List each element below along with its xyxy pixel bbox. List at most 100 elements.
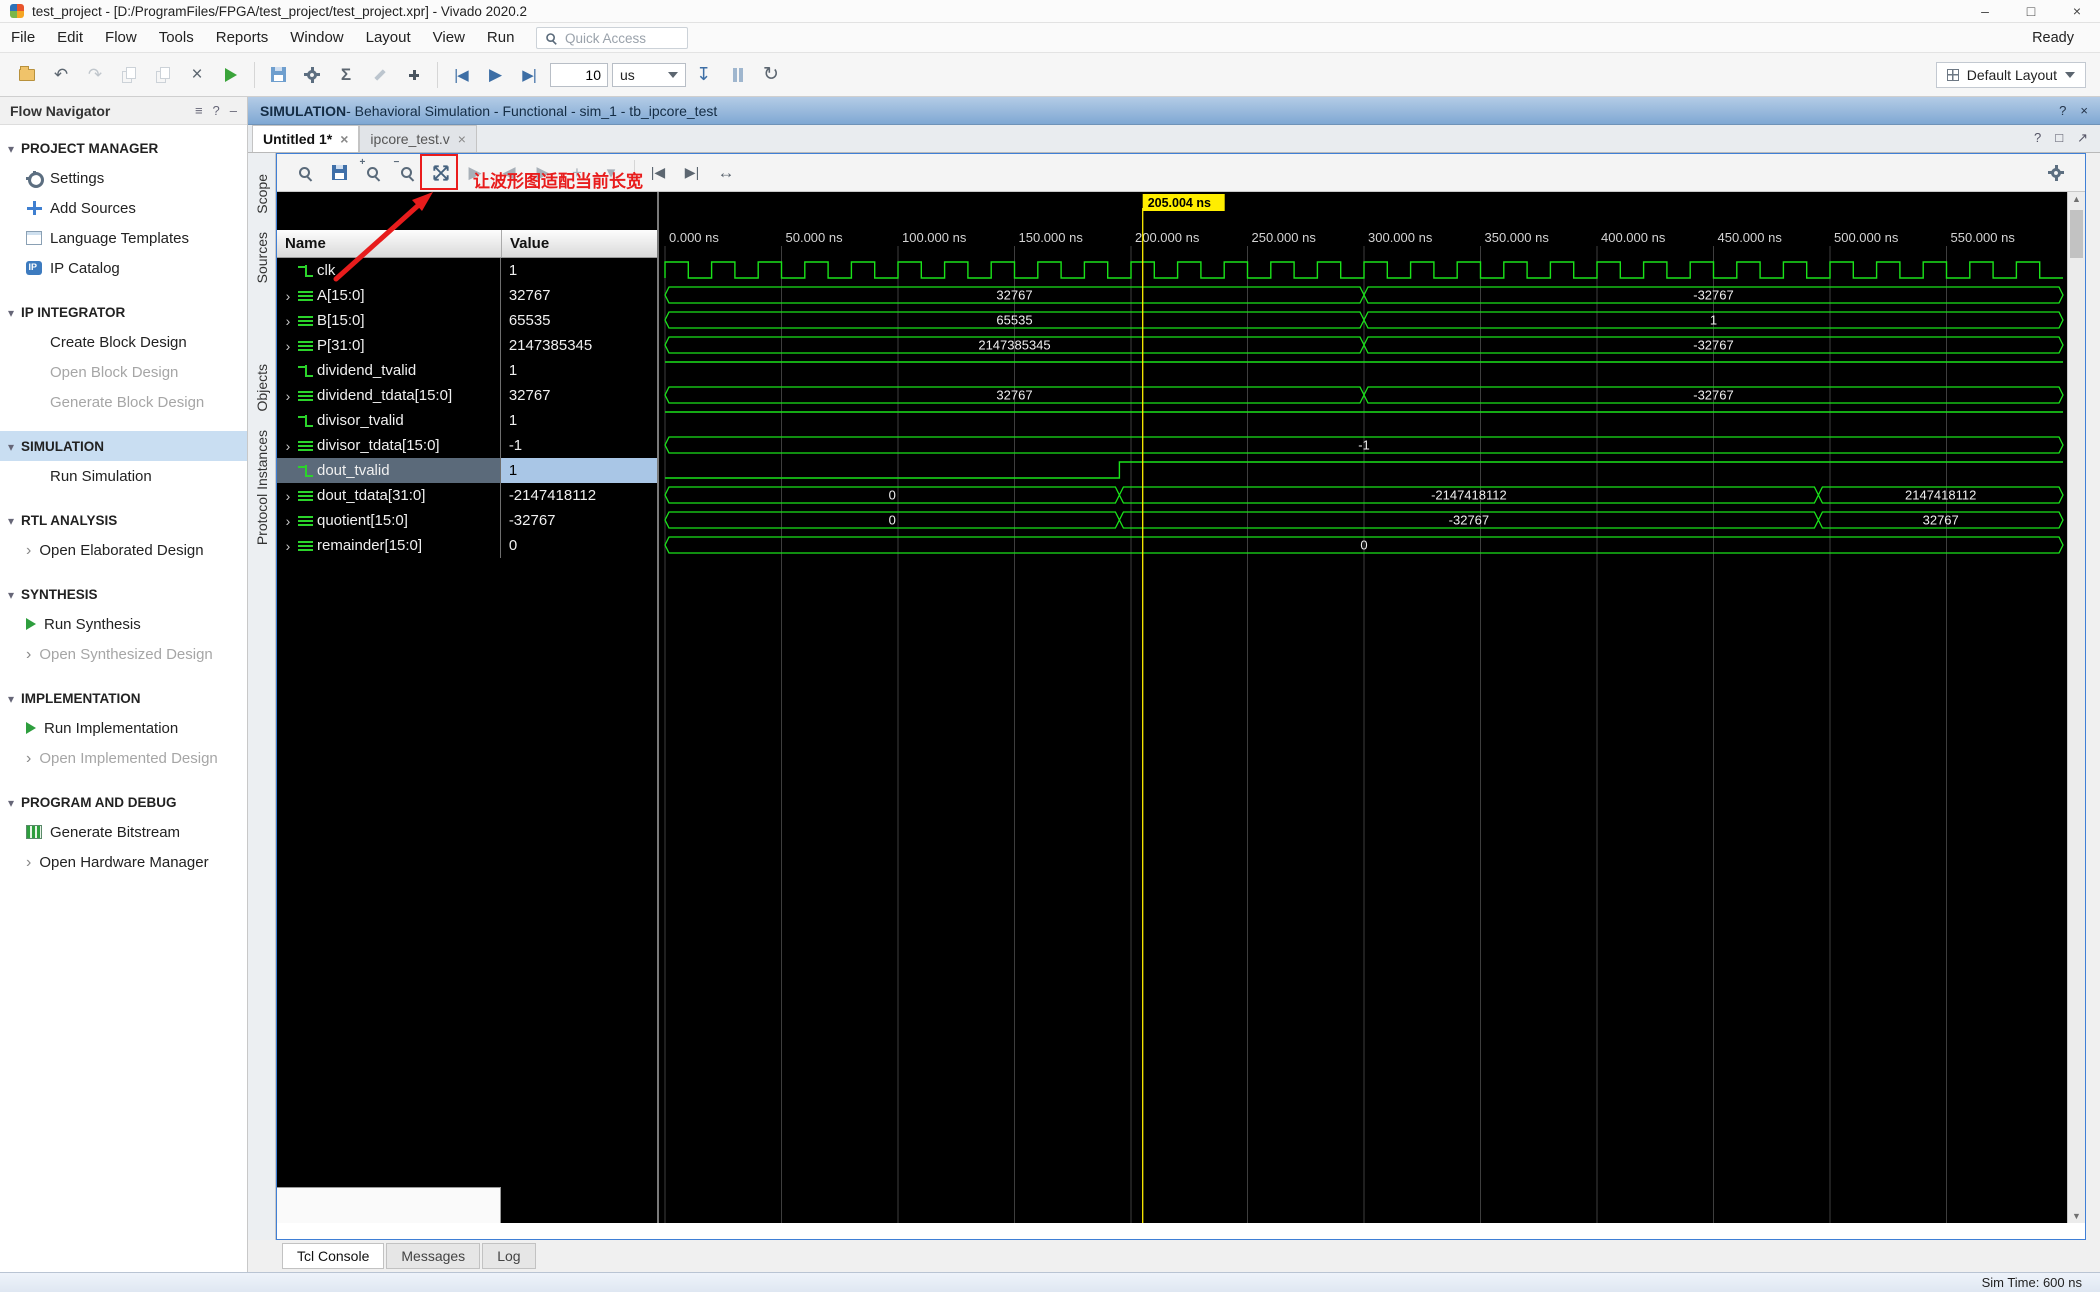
zoom-to-cursor-icon[interactable]: ▶ — [458, 156, 492, 190]
context-help-icon[interactable]: ? — [2059, 103, 2066, 118]
signal-value[interactable]: 2147385345 — [499, 333, 657, 358]
expand-chevron-icon[interactable]: › — [282, 313, 294, 329]
nav-section-ip-integrator[interactable]: IP INTEGRATOR — [0, 297, 247, 327]
editor-tab-untitled-1[interactable]: Untitled 1* × — [252, 125, 360, 152]
signal-value[interactable]: 65535 — [499, 308, 657, 333]
scroll-down-icon[interactable]: ▼ — [2068, 1211, 2085, 1221]
waveform-svg[interactable]: 0.000 ns 50.000 ns 100.000 ns 150.000 ns 200… — [661, 192, 2069, 1223]
expand-chevron-icon[interactable]: › — [282, 538, 294, 554]
open-icon[interactable] — [10, 58, 44, 92]
signal-name-cell[interactable]: › A[15:0] — [277, 283, 500, 308]
restart-simulation-icon[interactable]: |◀ — [444, 58, 478, 92]
time-unit-select[interactable]: us — [612, 62, 686, 87]
nav-item-language-templates[interactable]: Language Templates — [0, 223, 247, 253]
relaunch-icon[interactable]: ↻ — [754, 58, 788, 92]
previous-transition-icon[interactable]: ◀ — [492, 156, 526, 190]
wave-save-icon[interactable] — [322, 156, 356, 190]
run-icon[interactable] — [214, 58, 248, 92]
nav-section-synthesis[interactable]: SYNTHESIS — [0, 579, 247, 609]
editor-tab-ipcore-test-v[interactable]: ipcore_test.v × — [359, 125, 477, 152]
close-icon[interactable]: × — [2054, 0, 2100, 22]
nav-section-simulation[interactable]: SIMULATION — [0, 431, 247, 461]
signal-row-p-31-0[interactable]: › P[31:0] 2147385345 — [277, 333, 657, 358]
nav-item-open-synthesized-design[interactable]: Open Synthesized Design — [0, 639, 247, 669]
side-tab-protocol-instances[interactable]: Protocol Instances — [254, 430, 270, 545]
layout-selector[interactable]: Default Layout — [1935, 61, 2086, 88]
minimize-icon[interactable]: – — [1962, 0, 2008, 22]
nav-item-run-simulation[interactable]: Run Simulation — [0, 461, 247, 491]
run-time-input[interactable] — [550, 62, 608, 87]
step-icon[interactable]: ▶| — [512, 58, 546, 92]
side-tab-sources[interactable]: Sources — [254, 232, 270, 283]
nav-item-ip-catalog[interactable]: IP Catalog — [0, 253, 247, 283]
marker-options-icon[interactable]: ▾ — [594, 156, 628, 190]
signal-name-cell[interactable]: › divisor_tdata[15:0] — [277, 433, 500, 458]
editor-float-icon[interactable]: □ — [2055, 130, 2063, 146]
nav-item-add-sources[interactable]: Add Sources — [0, 193, 247, 223]
signal-row-divisor-tdata-15-0[interactable]: › divisor_tdata[15:0] -1 — [277, 433, 657, 458]
context-close-icon[interactable]: × — [2080, 103, 2088, 118]
nav-section-project-manager[interactable]: PROJECT MANAGER — [0, 133, 247, 163]
pause-icon[interactable] — [720, 58, 754, 92]
signal-value[interactable]: -2147418112 — [499, 483, 657, 508]
column-header-name[interactable]: Name — [277, 230, 501, 257]
redo-icon[interactable]: ↷ — [78, 58, 112, 92]
menu-reports[interactable]: Reports — [205, 23, 280, 53]
signal-value[interactable]: 1 — [499, 408, 657, 433]
signal-value[interactable]: 0 — [499, 533, 657, 558]
menu-window[interactable]: Window — [279, 23, 354, 53]
signal-value[interactable]: 1 — [499, 458, 657, 483]
signal-name-cell[interactable]: › dividend_tdata[15:0] — [277, 383, 500, 408]
zoom-in-icon[interactable]: + — [356, 156, 390, 190]
menu-layout[interactable]: Layout — [355, 23, 422, 53]
expand-chevron-icon[interactable]: › — [282, 338, 294, 354]
run-for-time-icon[interactable]: ↧ — [686, 58, 720, 92]
signal-row-dout-tdata-31-0[interactable]: › dout_tdata[31:0] -2147418112 — [277, 483, 657, 508]
signal-row-dividend-tvalid[interactable]: dividend_tvalid 1 — [277, 358, 657, 383]
nav-item-settings[interactable]: Settings — [0, 163, 247, 193]
quick-access-search[interactable]: Quick Access — [536, 27, 688, 49]
signal-name-cell[interactable]: divisor_tvalid — [277, 408, 500, 433]
signal-row-clk[interactable]: clk 1 — [277, 258, 657, 283]
menu-tools[interactable]: Tools — [148, 23, 205, 53]
menu-view[interactable]: View — [422, 23, 476, 53]
nav-item-create-block-design[interactable]: Create Block Design — [0, 327, 247, 357]
signal-row-dividend-tdata-15-0[interactable]: › dividend_tdata[15:0] 32767 — [277, 383, 657, 408]
signal-name-cell[interactable]: dividend_tvalid — [277, 358, 500, 383]
bottom-tab-log[interactable]: Log — [482, 1243, 536, 1269]
signal-value[interactable]: -32767 — [499, 508, 657, 533]
wave-search-icon[interactable] — [288, 156, 322, 190]
signal-value[interactable]: 1 — [499, 258, 657, 283]
zoom-fit-icon[interactable] — [420, 153, 458, 190]
signal-value[interactable]: -1 — [499, 433, 657, 458]
signal-row-divisor-tvalid[interactable]: divisor_tvalid 1 — [277, 408, 657, 433]
expand-chevron-icon[interactable]: › — [282, 288, 294, 304]
signal-row-a-15-0[interactable]: › A[15:0] 32767 — [277, 283, 657, 308]
zoom-out-icon[interactable]: − — [390, 156, 424, 190]
signal-row-dout-tvalid[interactable]: dout_tvalid 1 — [277, 458, 657, 483]
fit-width-icon[interactable]: ↔ — [709, 156, 743, 190]
bottom-tab-messages[interactable]: Messages — [386, 1243, 481, 1269]
side-tab-objects[interactable]: Objects — [254, 364, 270, 411]
expand-chevron-icon[interactable]: › — [282, 488, 294, 504]
add-marker-icon[interactable]: + — [560, 156, 594, 190]
nav-minimize-icon[interactable]: – — [230, 103, 237, 118]
scroll-up-icon[interactable]: ▲ — [2068, 194, 2085, 204]
close-icon[interactable]: × — [458, 131, 466, 147]
expand-chevron-icon[interactable]: › — [282, 388, 294, 404]
simulation-settings-icon[interactable] — [261, 58, 295, 92]
nav-item-open-elaborated-design[interactable]: Open Elaborated Design — [0, 535, 247, 565]
signal-row-quotient-15-0[interactable]: › quotient[15:0] -32767 — [277, 508, 657, 533]
signal-value[interactable]: 32767 — [499, 283, 657, 308]
nav-item-run-synthesis[interactable]: Run Synthesis — [0, 609, 247, 639]
nav-menu-icon[interactable]: ≡ — [195, 103, 203, 118]
sigma-report-icon[interactable]: Σ — [329, 58, 363, 92]
nav-item-generate-block-design[interactable]: Generate Block Design — [0, 387, 247, 417]
signal-name-cell[interactable]: › remainder[15:0] — [277, 533, 500, 558]
signal-value[interactable]: 1 — [499, 358, 657, 383]
wave-settings-gear-icon[interactable] — [2039, 156, 2073, 190]
signal-value[interactable]: 32767 — [499, 383, 657, 408]
menu-edit[interactable]: Edit — [46, 23, 94, 53]
delete-icon[interactable]: × — [180, 58, 214, 92]
waveform-canvas[interactable]: 0.000 ns 50.000 ns 100.000 ns 150.000 ns 200… — [661, 192, 2069, 1223]
